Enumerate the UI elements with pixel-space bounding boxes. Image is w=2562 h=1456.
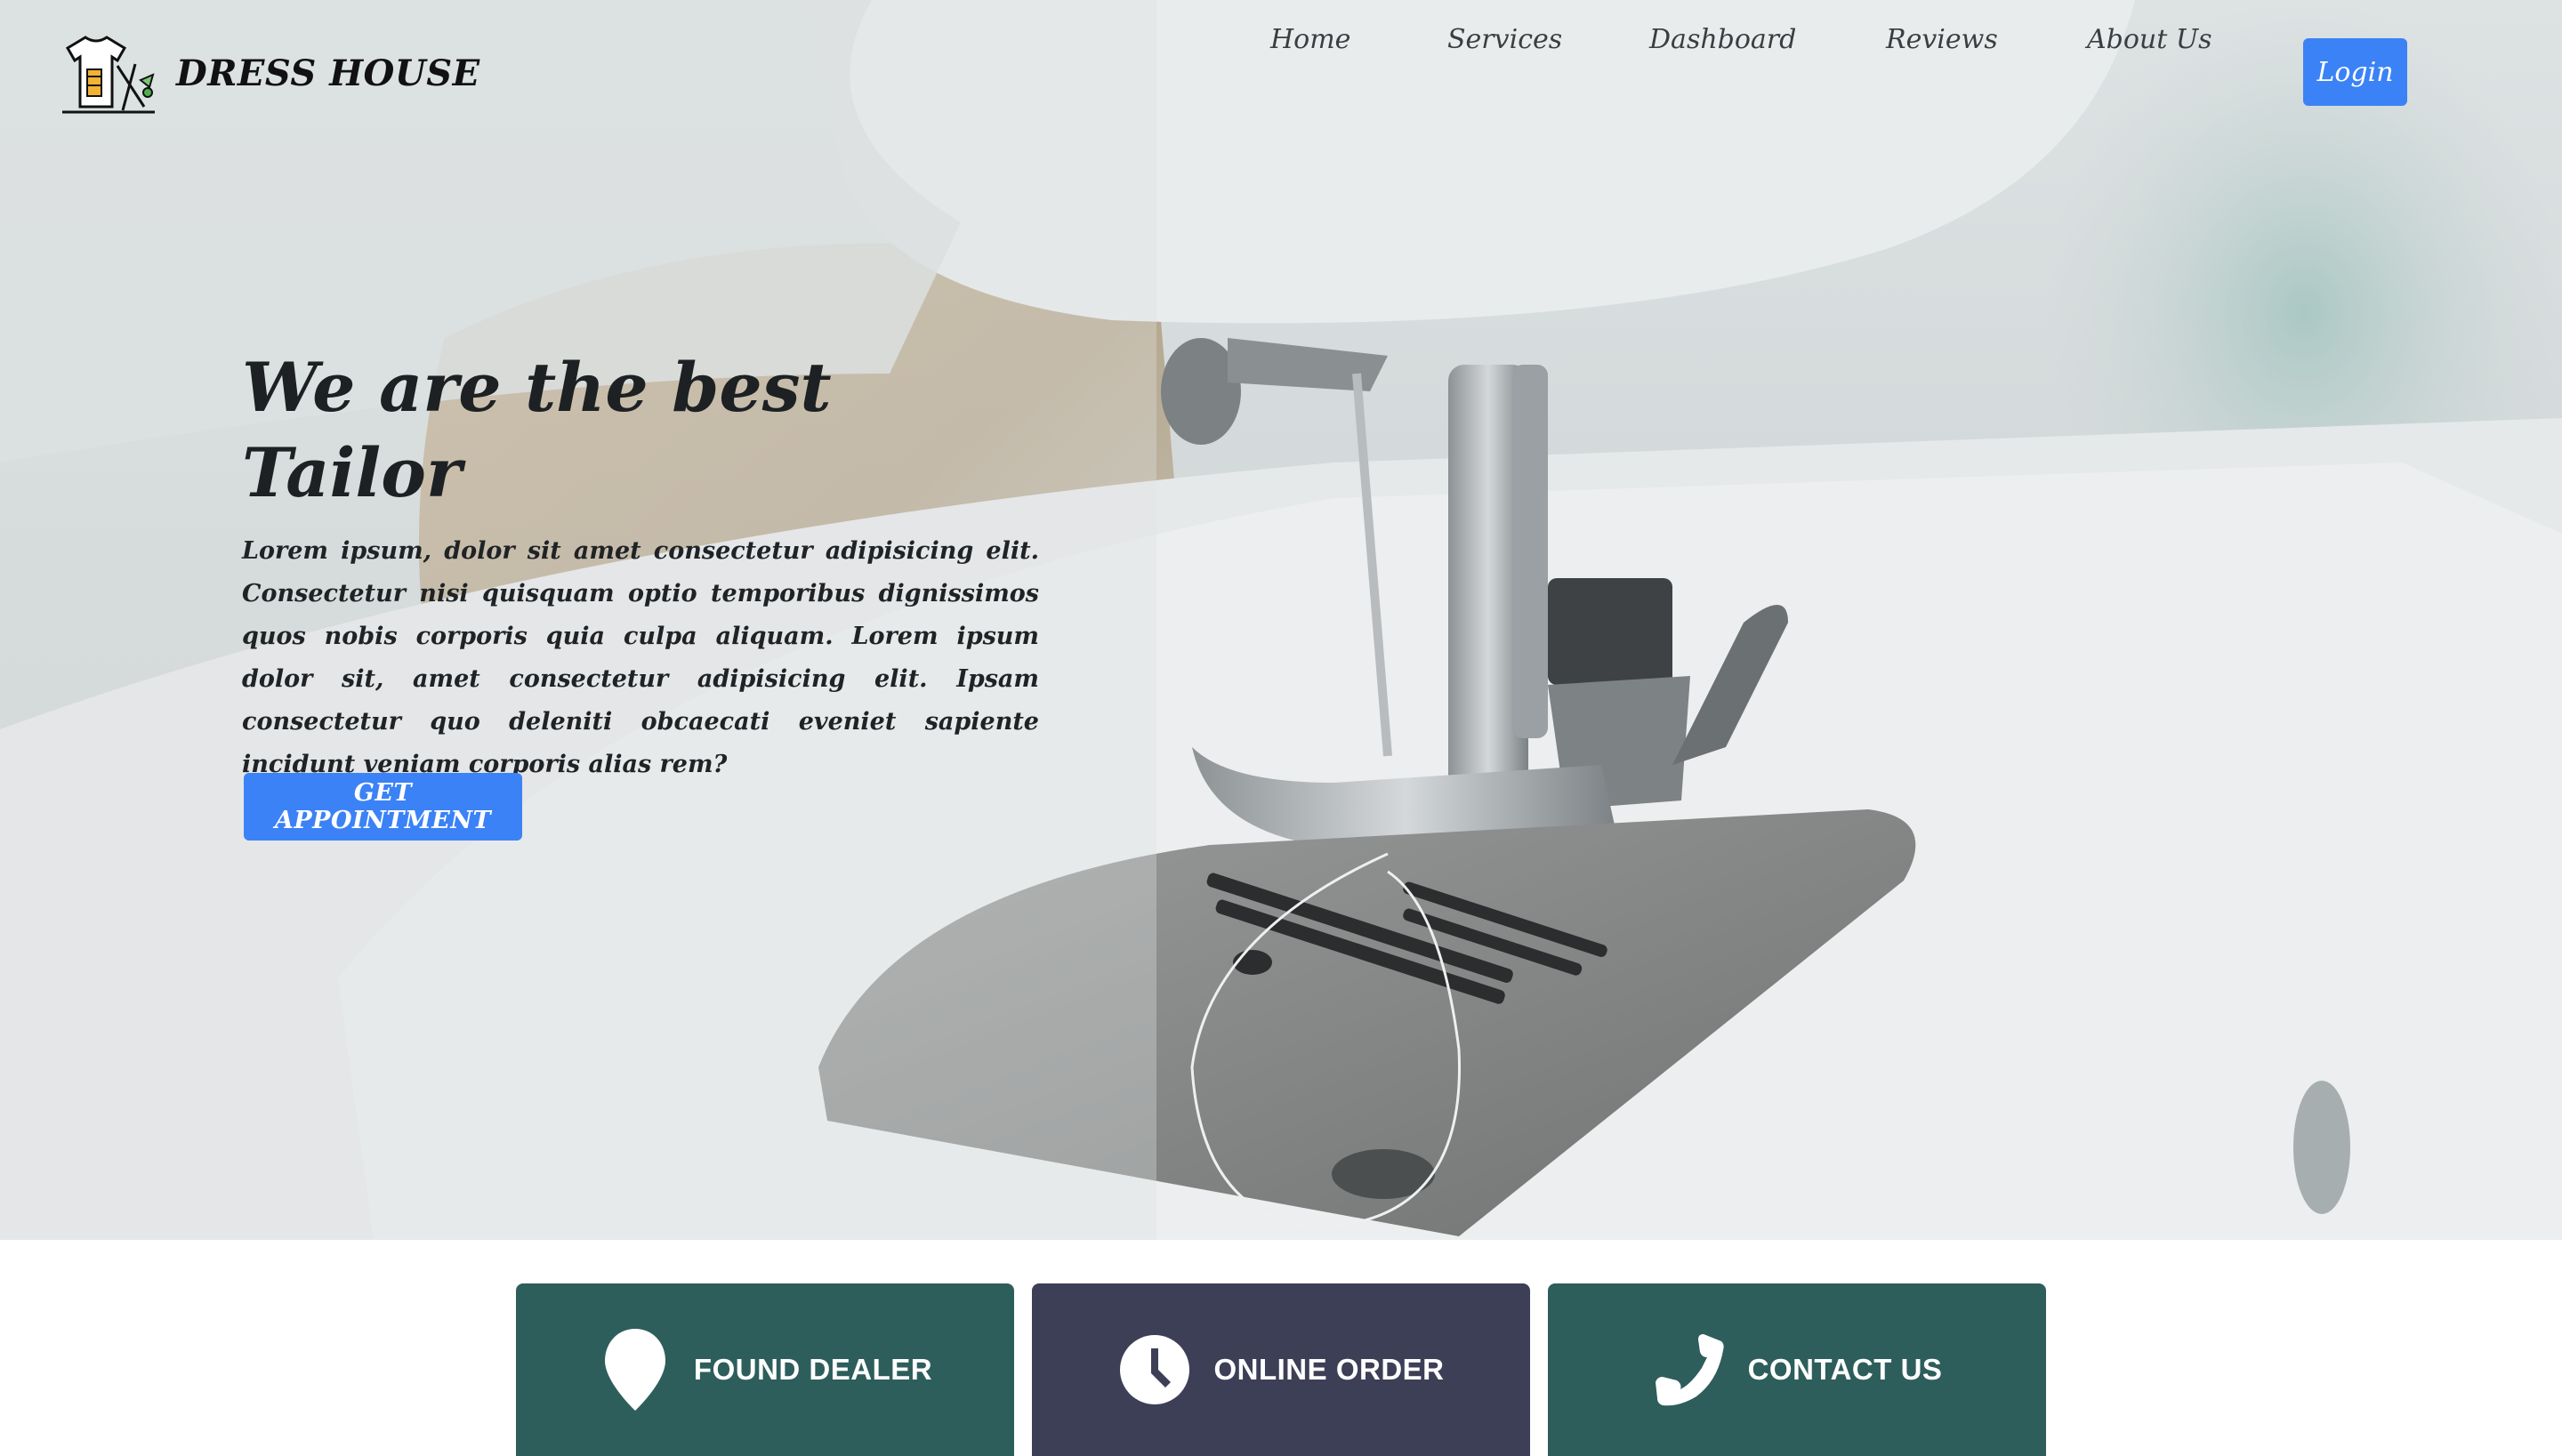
contact-us-label: CONTACT US [1747, 1353, 1943, 1386]
hero-title-line2: Tailor [242, 433, 462, 512]
get-appointment-button[interactable]: GET APPOINTMENT [244, 773, 522, 841]
tailor-shirt-needle-icon [62, 36, 155, 114]
brand-logo[interactable]: DRESS HOUSE [55, 30, 480, 116]
login-button[interactable]: Login [2303, 38, 2407, 106]
contact-us-card[interactable]: CONTACT US [1548, 1283, 2046, 1456]
online-order-label: ONLINE ORDER [1213, 1353, 1445, 1386]
hero-description: Lorem ipsum, dolor sit amet consectetur … [242, 537, 1039, 778]
hero-title: We are the best Tailor [242, 345, 865, 516]
hero-section: DRESS HOUSE Home Services Dashboard Revi… [0, 0, 2562, 1240]
brand-name: DRESS HOUSE [176, 52, 480, 94]
nav-reviews[interactable]: Reviews [1886, 24, 1998, 55]
nav-about-us[interactable]: About Us [2087, 24, 2212, 55]
map-pin-icon [598, 1325, 673, 1414]
nav-services[interactable]: Services [1447, 24, 1562, 55]
hero-title-line1: We are the best [242, 348, 832, 427]
online-order-card[interactable]: ONLINE ORDER [1032, 1283, 1530, 1456]
phone-icon [1652, 1325, 1727, 1414]
clock-icon [1117, 1325, 1192, 1414]
found-dealer-card[interactable]: FOUND DEALER [516, 1283, 1014, 1456]
found-dealer-label: FOUND DEALER [693, 1353, 933, 1386]
nav-dashboard[interactable]: Dashboard [1649, 24, 1796, 55]
nav-home[interactable]: Home [1270, 24, 1350, 55]
